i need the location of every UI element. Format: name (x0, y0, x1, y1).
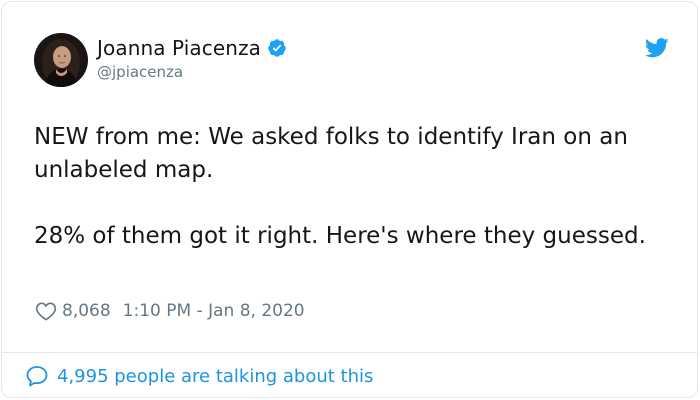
divider (2, 352, 697, 353)
timestamp[interactable]: 1:10 PM - Jan 8, 2020 (123, 301, 305, 321)
avatar-photo (34, 33, 88, 87)
author-handle[interactable]: @jpiacenza (97, 63, 287, 81)
verified-badge-icon (268, 38, 286, 57)
tweet-header: Joanna Piacenza @jpiacenza (34, 33, 287, 87)
display-name[interactable]: Joanna Piacenza (97, 36, 261, 60)
tweet-paragraph: NEW from me: We asked folks to identify … (34, 124, 628, 183)
twitter-bird-icon[interactable] (645, 38, 669, 58)
tweet-paragraph: 28% of them got it right. Here's where t… (34, 223, 646, 249)
avatar[interactable] (34, 33, 88, 87)
talking-about-link[interactable]: 4,995 people are talking about this (25, 364, 373, 388)
tweet-meta: 8,068 1:10 PM - Jan 8, 2020 (35, 301, 305, 321)
tweet-text: NEW from me: We asked folks to identify … (34, 121, 674, 253)
tweet-card: Joanna Piacenza @jpiacenza NEW from me: … (1, 1, 698, 398)
like-count[interactable]: 8,068 (62, 301, 111, 321)
name-row: Joanna Piacenza (97, 36, 287, 60)
speech-bubble-icon (26, 366, 48, 387)
heart-icon[interactable] (35, 301, 57, 321)
talking-about-text: 4,995 people are talking about this (57, 365, 374, 387)
author-names: Joanna Piacenza @jpiacenza (97, 36, 287, 81)
